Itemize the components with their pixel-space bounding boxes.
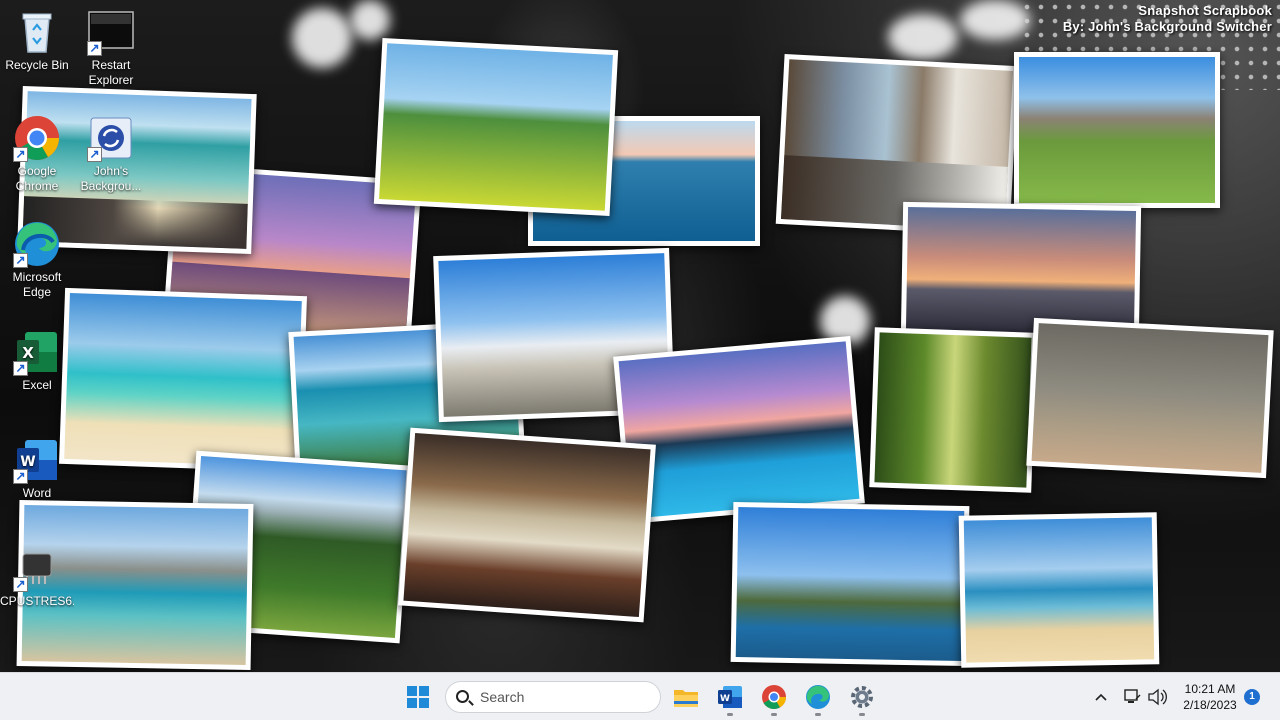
taskbar-file-explorer[interactable] <box>670 681 702 713</box>
desktop-icon-restart-explorer[interactable]: ↗ Restart Explorer <box>74 8 148 88</box>
word-icon: W <box>718 686 742 708</box>
desktop-icon-microsoft-edge[interactable]: ↗ Microsoft Edge <box>0 220 74 300</box>
desktop-wallpaper: Snapshot Scrapbook By: John's Background… <box>0 0 1280 672</box>
photo-tropical-beach <box>59 287 307 473</box>
desktop-icon-label: John's Backgrou... <box>80 164 142 193</box>
restart-explorer-icon: ↗ <box>87 8 135 56</box>
photo-sandy-shore <box>958 512 1160 668</box>
desktop-icon-label: Restart Explorer <box>88 58 134 87</box>
svg-text:W: W <box>20 454 35 470</box>
start-icon <box>407 686 429 708</box>
word-icon: W ↗ <box>13 436 61 484</box>
taskbar-edge[interactable] <box>802 681 834 716</box>
photo-palm-sunset <box>900 201 1142 341</box>
volume-button[interactable] <box>1146 673 1168 720</box>
search-placeholder: Search <box>480 689 525 705</box>
chrome-icon <box>762 685 786 710</box>
shortcut-arrow-icon: ↗ <box>13 147 28 162</box>
photo-coastal-cliffs <box>730 501 970 667</box>
network-icon <box>1124 689 1141 703</box>
desktop-icon-excel[interactable]: X ↗ Excel <box>0 328 74 393</box>
svg-text:W: W <box>720 694 730 704</box>
wallpaper-subtitle: By: John's Background Switcher <box>1062 19 1272 34</box>
desktop-icon-recycle-bin[interactable]: Recycle Bin <box>0 8 74 73</box>
desktop-icon-label: Google Chrome <box>15 164 59 193</box>
chrome-icon: ↗ <box>13 114 61 162</box>
desktop-icon-label: Microsoft Edge <box>12 270 62 299</box>
wallpaper-smoke-glow <box>292 8 352 68</box>
taskbar-settings[interactable] <box>846 681 878 716</box>
network-button[interactable] <box>1122 673 1142 720</box>
taskbar: Search W 10:21 AM 2/18/2023 1 <box>0 672 1280 720</box>
desktop-icon-google-chrome[interactable]: ↗ Google Chrome <box>0 114 74 194</box>
shortcut-arrow-icon: ↗ <box>87 147 102 162</box>
photo-storks-cliff <box>1026 317 1274 479</box>
desktop-icon-label: Excel <box>22 378 52 392</box>
photo-mountain-valley <box>1014 52 1220 208</box>
johns-background-switcher-icon: ↗ <box>87 114 135 162</box>
search-icon <box>456 690 469 703</box>
start-button[interactable] <box>402 681 434 713</box>
edge-icon <box>806 685 830 709</box>
desktop-icon-cpustres[interactable]: ↗ CPUSTRES6... <box>0 544 74 609</box>
search-box[interactable]: Search <box>445 681 661 713</box>
file-explorer-icon <box>674 690 698 707</box>
desktop-icon-label: Recycle Bin <box>5 58 69 72</box>
chevron-up-icon <box>1095 693 1107 701</box>
shortcut-arrow-icon: ↗ <box>13 253 28 268</box>
taskbar-word[interactable]: W <box>714 681 746 716</box>
desktop-icon-johns-background-switcher[interactable]: ↗ John's Backgrou... <box>74 114 148 194</box>
excel-icon: X ↗ <box>13 328 61 376</box>
photo-forest-trail <box>869 327 1037 493</box>
shortcut-arrow-icon: ↗ <box>13 361 28 376</box>
clock-time: 10:21 AM <box>1184 682 1236 696</box>
desktop-icon-word[interactable]: W ↗ Word <box>0 436 74 501</box>
taskbar-chrome[interactable] <box>758 681 790 716</box>
photo-green-hill-road <box>373 37 619 217</box>
clock-date: 2/18/2023 <box>1183 698 1237 712</box>
settings-icon <box>851 686 873 708</box>
wallpaper-title: Snapshot Scrapbook <box>1138 3 1272 18</box>
edge-icon: ↗ <box>13 220 61 268</box>
wallpaper-smoke-glow <box>350 0 390 40</box>
running-indicator <box>859 713 865 716</box>
shortcut-arrow-icon: ↗ <box>13 577 28 592</box>
notification-badge[interactable]: 1 <box>1244 689 1260 705</box>
wallpaper-smoke-glow <box>888 14 958 60</box>
volume-icon <box>1148 688 1167 706</box>
running-indicator <box>727 713 733 716</box>
running-indicator <box>815 713 821 716</box>
shortcut-arrow-icon: ↗ <box>87 41 102 56</box>
desktop-icon-label: CPUSTRES6... <box>0 594 74 608</box>
desktop-icon-label: Word <box>22 486 52 500</box>
clock[interactable]: 10:21 AM 2/18/2023 <box>1170 681 1250 713</box>
running-indicator <box>771 713 777 716</box>
shortcut-arrow-icon: ↗ <box>13 469 28 484</box>
svg-text:X: X <box>22 344 34 362</box>
show-hidden-icons-button[interactable] <box>1092 673 1110 720</box>
chip-icon: ↗ <box>13 544 61 592</box>
photo-buffet-restaurant <box>398 427 656 623</box>
recycle-bin-icon <box>13 8 61 56</box>
